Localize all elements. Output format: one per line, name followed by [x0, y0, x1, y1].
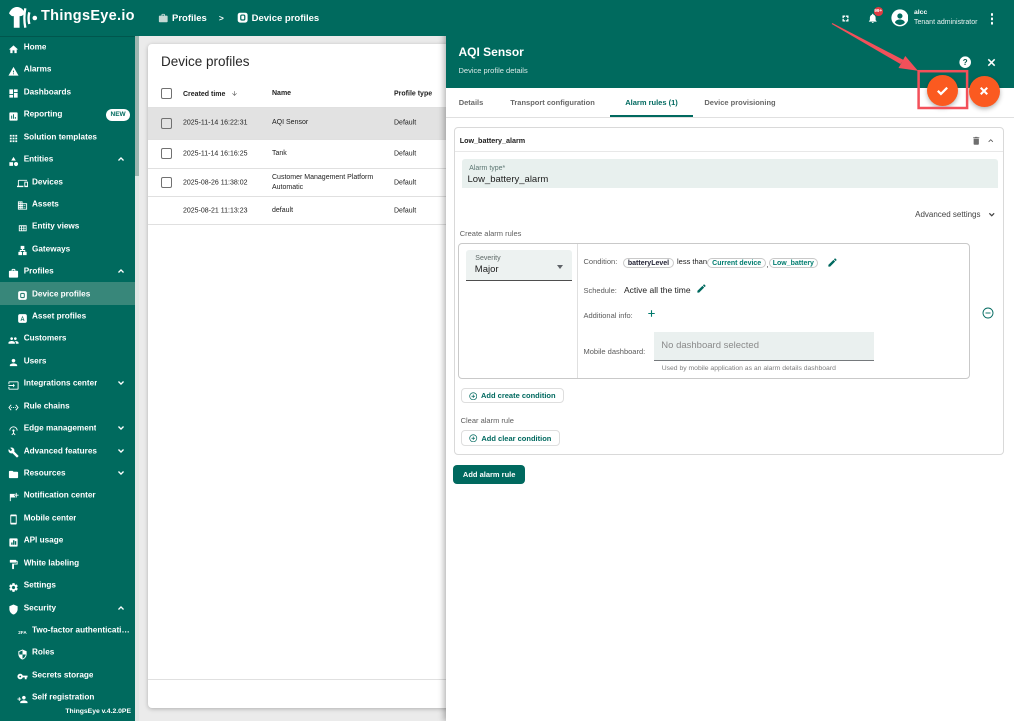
svg-text:2FA: 2FA: [18, 630, 27, 635]
svg-text:?: ?: [963, 58, 968, 67]
